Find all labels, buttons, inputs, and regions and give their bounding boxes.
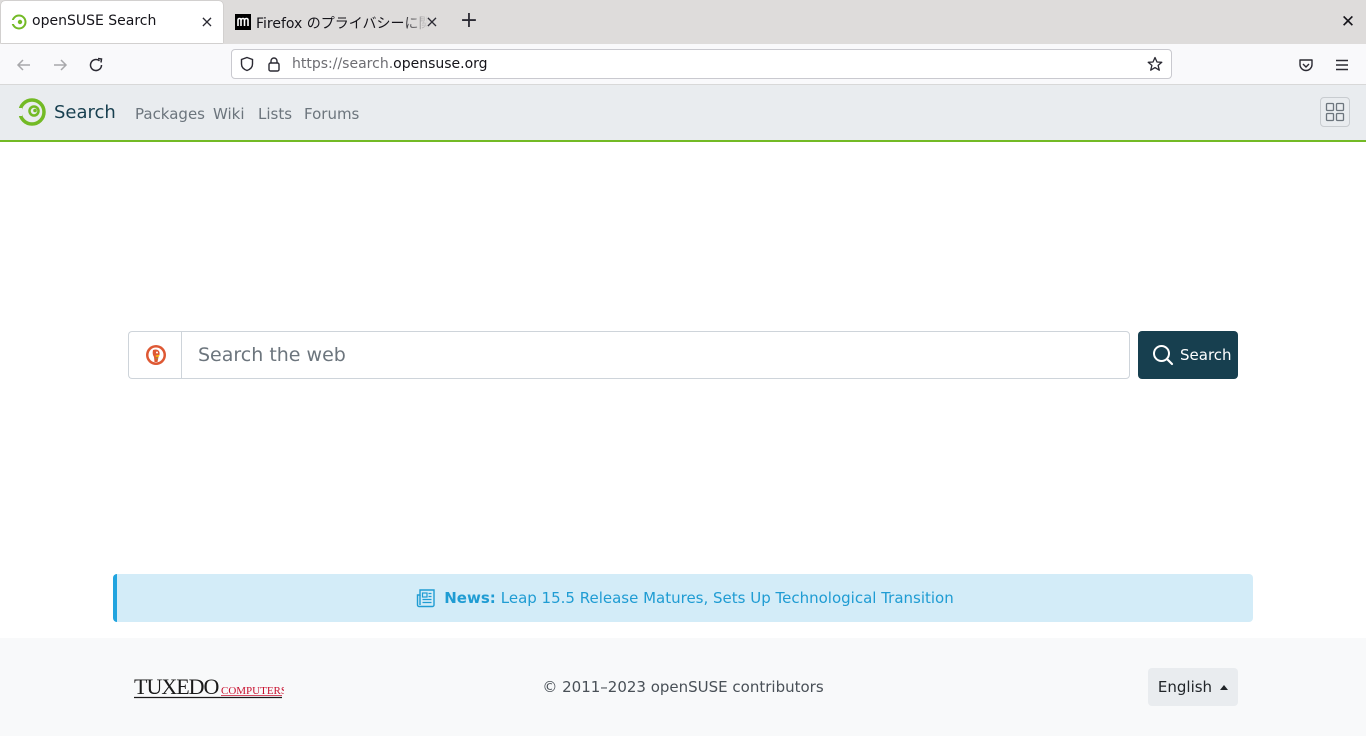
newspaper-icon: [417, 589, 435, 608]
pocket-icon: [1299, 59, 1313, 72]
bookmark-star-icon[interactable]: [1147, 56, 1163, 72]
app-menu-button[interactable]: [1330, 53, 1354, 77]
url-domain: opensuse.org: [393, 56, 488, 72]
language-selector[interactable]: English: [1148, 668, 1238, 706]
nav-link-packages[interactable]: Packages: [135, 105, 205, 123]
back-arrow-icon: [16, 59, 30, 71]
apps-menu-button[interactable]: [1320, 97, 1350, 127]
news-label: News:: [444, 589, 496, 607]
new-tab-button[interactable]: +: [458, 10, 480, 33]
tab-title: openSUSE Search: [32, 13, 157, 29]
language-label: English: [1157, 678, 1213, 696]
nav-link-lists[interactable]: Lists: [258, 105, 292, 123]
nav-link-wiki[interactable]: Wiki: [213, 105, 245, 123]
tracking-shield-icon[interactable]: [239, 56, 255, 72]
pocket-button[interactable]: [1294, 53, 1318, 77]
caret-up-icon: [1220, 684, 1229, 690]
window-close-button[interactable]: ✕: [1338, 12, 1358, 32]
site-header: Search Packages Wiki Lists Forums: [0, 85, 1366, 142]
search-engine-selector[interactable]: [128, 331, 182, 379]
brand-title[interactable]: Search: [54, 102, 116, 123]
url-bar[interactable]: https://search.opensuse.org: [231, 49, 1172, 79]
tab-opensuse-search[interactable]: openSUSE Search ×: [1, 1, 223, 43]
mozilla-favicon-icon: [235, 14, 251, 30]
hamburger-menu-icon: [1336, 59, 1348, 71]
reload-icon: [89, 57, 103, 72]
forward-button[interactable]: [48, 53, 72, 77]
search-input[interactable]: [181, 331, 1130, 379]
grid-icon: [1325, 102, 1345, 122]
page-footer: TUXEDO COMPUTERS © 2011–2023 openSUSE co…: [0, 638, 1366, 736]
news-banner: News: Leap 15.5 Release Matures, Sets Up…: [113, 574, 1253, 622]
news-headline-link[interactable]: Leap 15.5 Release Matures, Sets Up Techn…: [501, 589, 954, 607]
tab-close-icon[interactable]: ×: [422, 12, 442, 32]
tab-firefox-privacy[interactable]: Firefox のプライバシーに関 ×: [225, 1, 445, 43]
search-icon: [1153, 345, 1174, 366]
back-button[interactable]: [12, 53, 36, 77]
url-prefix: https://search.: [292, 56, 394, 72]
search-button-label: Search: [1180, 346, 1232, 364]
url-text[interactable]: https://search.opensuse.org: [292, 56, 488, 72]
search-button[interactable]: Search: [1138, 331, 1238, 379]
tab-title: Firefox のプライバシーに関: [256, 16, 428, 32]
tab-strip: openSUSE Search × Firefox のプライバシーに関 × + …: [0, 0, 1366, 44]
forward-arrow-icon: [54, 59, 68, 71]
opensuse-logo-icon[interactable]: [17, 97, 47, 127]
lock-icon[interactable]: [266, 56, 282, 72]
nav-link-forums[interactable]: Forums: [304, 105, 359, 123]
navigation-toolbar: https://search.opensuse.org: [0, 44, 1366, 85]
opensuse-favicon-icon: [11, 14, 27, 30]
tab-close-icon[interactable]: ×: [197, 12, 217, 32]
reload-button[interactable]: [84, 53, 108, 77]
duckduckgo-icon: [145, 345, 166, 365]
